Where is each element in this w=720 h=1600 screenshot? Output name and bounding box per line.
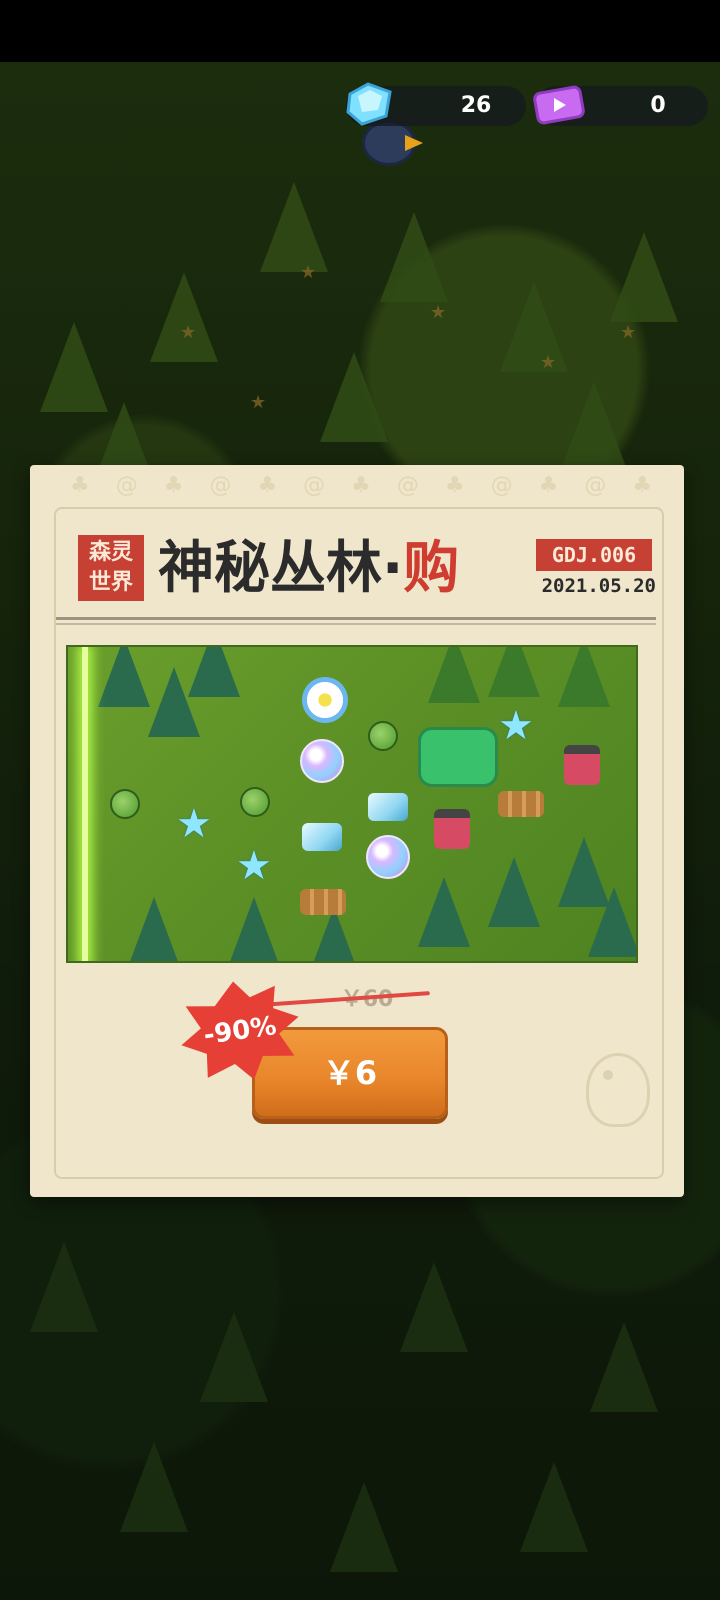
panel-ornament: ♣@♣@♣@♣@♣@♣@♣@ — [70, 473, 650, 497]
jam-jar-item — [564, 745, 600, 785]
offer-title-text: 神秘丛林· — [158, 536, 404, 601]
shine-effect — [82, 647, 88, 961]
sprout-bird-item — [110, 789, 140, 819]
bundle-preview-image: ★ ★ ★ — [66, 645, 638, 963]
mascot-watermark-icon — [586, 1053, 650, 1127]
status-bar — [0, 0, 720, 62]
gem-counter[interactable]: 26 — [346, 82, 526, 126]
offer-title: 神秘丛林·购 — [158, 525, 538, 613]
crystal-item — [368, 793, 408, 821]
magic-orb-item — [366, 835, 410, 879]
star-sprite-item: ★ — [236, 843, 272, 889]
brand-line-2: 世界 — [88, 570, 133, 595]
gem-icon — [346, 82, 392, 126]
offer-title-accent: 购 — [403, 536, 460, 601]
sprout-bird-item — [240, 787, 270, 817]
brand-line-1: 森灵 — [88, 540, 133, 565]
offer-panel: ♣@♣@♣@♣@♣@♣@♣@ 森灵 世界 神秘丛林·购 GDJ.006 2021… — [30, 465, 684, 1197]
flower-bush-item — [302, 677, 348, 723]
sprout-bird-item — [368, 721, 398, 751]
crystal-item — [302, 823, 342, 851]
offer-code-badge: GDJ.006 — [536, 539, 652, 571]
ticket-counter[interactable]: 0 — [533, 85, 708, 126]
divider-secondary — [56, 623, 656, 625]
divider — [56, 617, 656, 620]
wood-log-item — [300, 889, 346, 915]
star-sprite-item: ★ — [498, 703, 534, 749]
magic-orb-item — [300, 739, 344, 783]
jam-jar-item — [434, 809, 470, 849]
bird-basket-item — [418, 727, 498, 787]
brand-stamp: 森灵 世界 — [78, 535, 144, 601]
ticket-icon — [533, 85, 585, 125]
offer-date: 2021.05.20 — [541, 575, 656, 597]
gem-count: 26 — [460, 93, 492, 118]
wood-log-item — [498, 791, 544, 817]
star-sprite-item: ★ — [176, 801, 212, 847]
ticket-count: 0 — [650, 93, 666, 118]
